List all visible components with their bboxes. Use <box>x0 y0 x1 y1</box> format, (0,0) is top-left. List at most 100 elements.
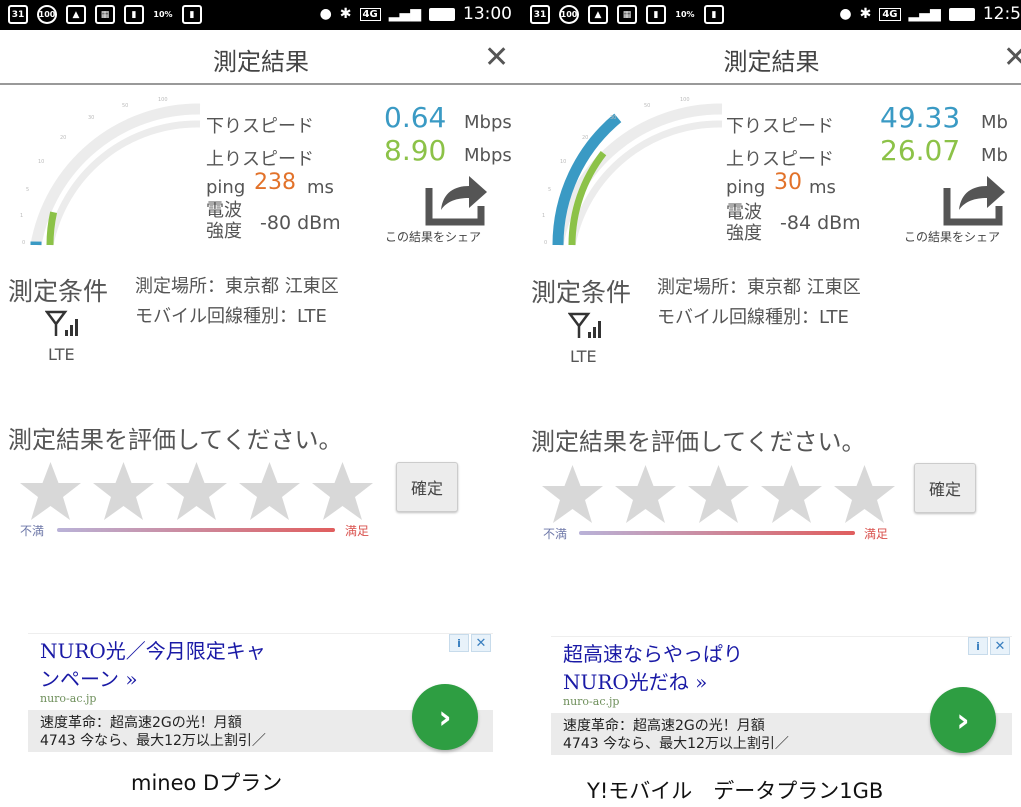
antenna-icon <box>45 310 78 336</box>
scale-max-label: 満足 <box>864 527 889 541</box>
location-text: 測定場所：東京都 江東区 <box>135 276 339 297</box>
ad-desc-line1: 速度革命：超高速2Gの光！月額 <box>40 715 242 731</box>
upload-value: 8.90 <box>384 134 447 167</box>
download-label: 下りスピード <box>726 116 834 137</box>
share-icon[interactable] <box>425 168 490 226</box>
close-icon[interactable]: ✕ <box>1003 40 1021 75</box>
conditions-title: 測定条件 <box>531 278 632 307</box>
confirm-button[interactable]: 確定 <box>396 462 458 512</box>
page-title: 測定結果 <box>723 48 820 76</box>
star-icon[interactable] <box>540 463 605 525</box>
svg-text:50: 50 <box>122 103 128 109</box>
download-label: 下りスピード <box>206 116 314 137</box>
battery-icon <box>429 7 455 21</box>
line-type-text: モバイル回線種別：LTE <box>135 306 327 327</box>
mail-icon: 100 <box>37 5 57 24</box>
info-icon[interactable]: i <box>968 637 988 655</box>
svg-text:20: 20 <box>60 135 66 141</box>
star-icon[interactable] <box>759 463 824 525</box>
share-icon[interactable] <box>943 168 1008 226</box>
wifi-hotspot-icon: 10% <box>153 10 173 19</box>
calendar-icon: 31 <box>530 5 550 24</box>
svg-text:50: 50 <box>644 103 650 109</box>
rating-question: 測定結果を評価してください。 <box>531 428 866 456</box>
upload-label: 上りスピード <box>726 149 834 170</box>
ad-headline-line1[interactable]: NURO光／今月限定キャ <box>40 637 330 665</box>
ad-desc-line2: 4743 今なら、最大12万以上割引／ <box>563 736 789 752</box>
location-icon: ● <box>839 6 852 22</box>
signal-label-line2: 強度 <box>206 221 242 242</box>
wifi-hotspot-icon: 10% <box>675 10 695 19</box>
svg-text:30: 30 <box>88 115 94 121</box>
speedtest-screen-right: 31 100 ▲ ▦ ▮ 10% ▮ ● ✱ 4G ▂▄▆ 12:5 測定結果 … <box>522 0 1021 807</box>
ad-domain: nuro-ac.jp <box>563 695 620 708</box>
speed-gauge: 0 1 5 10 20 30 50 100 <box>20 97 201 246</box>
rating-question: 測定結果を評価してください。 <box>8 426 343 454</box>
scale-min-label: 不満 <box>20 524 45 538</box>
battery-icon <box>948 7 975 21</box>
ping-unit: ms <box>809 177 836 198</box>
ad-close-icon[interactable]: ✕ <box>471 634 491 652</box>
upload-arc <box>46 211 58 246</box>
share-label[interactable]: この結果をシェア <box>385 228 481 245</box>
ad-desc-line1: 速度革命：超高速2Gの光！月額 <box>563 718 765 734</box>
chevron-right-icon[interactable]: › <box>412 684 478 750</box>
svg-text:0: 0 <box>544 240 547 246</box>
star-icon[interactable] <box>164 460 229 522</box>
ad-headline-line2[interactable]: ンペーン » <box>40 665 330 693</box>
speed-gauge: 0 1 5 10 20 30 50 100 <box>542 97 723 246</box>
upload-unit: Mbps <box>464 145 512 166</box>
star-icon[interactable] <box>237 460 302 522</box>
signal-label: 電波 強度 <box>206 200 242 242</box>
signal-value: -80 dBm <box>260 212 341 234</box>
rating-scale-bar <box>579 531 855 535</box>
ad-headline-line2[interactable]: NURO光だね » <box>563 668 853 696</box>
svg-text:1: 1 <box>20 213 23 219</box>
ping-value: 30 <box>774 170 802 195</box>
signal-label-line1: 電波 <box>206 200 242 221</box>
svg-text:20: 20 <box>582 135 588 141</box>
svg-text:100: 100 <box>680 97 690 103</box>
ad-headline[interactable]: 超高速ならやっぱり NURO光だね » <box>563 640 853 696</box>
close-icon[interactable]: ✕ <box>484 40 509 75</box>
download-unit: Mb <box>981 112 1008 133</box>
chevron-right-icon[interactable]: › <box>930 687 996 753</box>
ad-headline-line1[interactable]: 超高速ならやっぱり <box>563 640 853 668</box>
page-title: 測定結果 <box>213 48 309 76</box>
download-value: 0.64 <box>384 101 447 134</box>
line-type-text: モバイル回線種別：LTE <box>657 307 849 328</box>
rating-scale-bar <box>57 528 335 532</box>
star-icon[interactable] <box>91 460 156 522</box>
svg-text:5: 5 <box>26 187 29 193</box>
mail-icon: 100 <box>559 5 579 24</box>
network-label: LTE <box>570 347 597 366</box>
star-icon[interactable] <box>832 463 897 525</box>
svg-text:5: 5 <box>548 187 551 193</box>
ping-unit: ms <box>307 177 334 198</box>
info-icon[interactable]: i <box>449 634 469 652</box>
scale-min-label: 不満 <box>543 527 568 541</box>
upload-label: 上りスピード <box>206 149 314 170</box>
ad-banner[interactable]: 超高速ならやっぱり NURO光だね » nuro-ac.jp i ✕ 速度革命：… <box>551 636 1012 755</box>
ad-domain: nuro-ac.jp <box>40 692 97 705</box>
star-icon[interactable] <box>18 460 83 522</box>
sdcard-icon: ▮ <box>182 5 202 24</box>
star-icon[interactable] <box>310 460 375 522</box>
signal-icon: ▂▄▆ <box>908 6 941 22</box>
bluetooth-icon: ✱ <box>339 6 352 22</box>
conditions-title: 測定条件 <box>8 277 109 306</box>
ad-close-icon[interactable]: ✕ <box>990 637 1010 655</box>
location-text: 測定場所：東京都 江東区 <box>657 277 861 298</box>
download-unit: Mbps <box>464 112 512 133</box>
ad-banner[interactable]: NURO光／今月限定キャ ンペーン » nuro-ac.jp i ✕ 速度革命：… <box>28 633 493 752</box>
ad-headline[interactable]: NURO光／今月限定キャ ンペーン » <box>40 637 330 693</box>
ad-desc-line2: 4743 今なら、最大12万以上割引／ <box>40 733 266 749</box>
title-bar: 測定結果 ✕ <box>0 30 522 85</box>
star-icon[interactable] <box>613 463 678 525</box>
star-icon[interactable] <box>686 463 751 525</box>
confirm-button[interactable]: 確定 <box>914 463 976 513</box>
sdcard-icon: ▮ <box>124 5 144 24</box>
svg-text:10: 10 <box>560 159 566 165</box>
clock: 12:5 <box>982 4 1021 24</box>
share-label[interactable]: この結果をシェア <box>904 228 1000 245</box>
